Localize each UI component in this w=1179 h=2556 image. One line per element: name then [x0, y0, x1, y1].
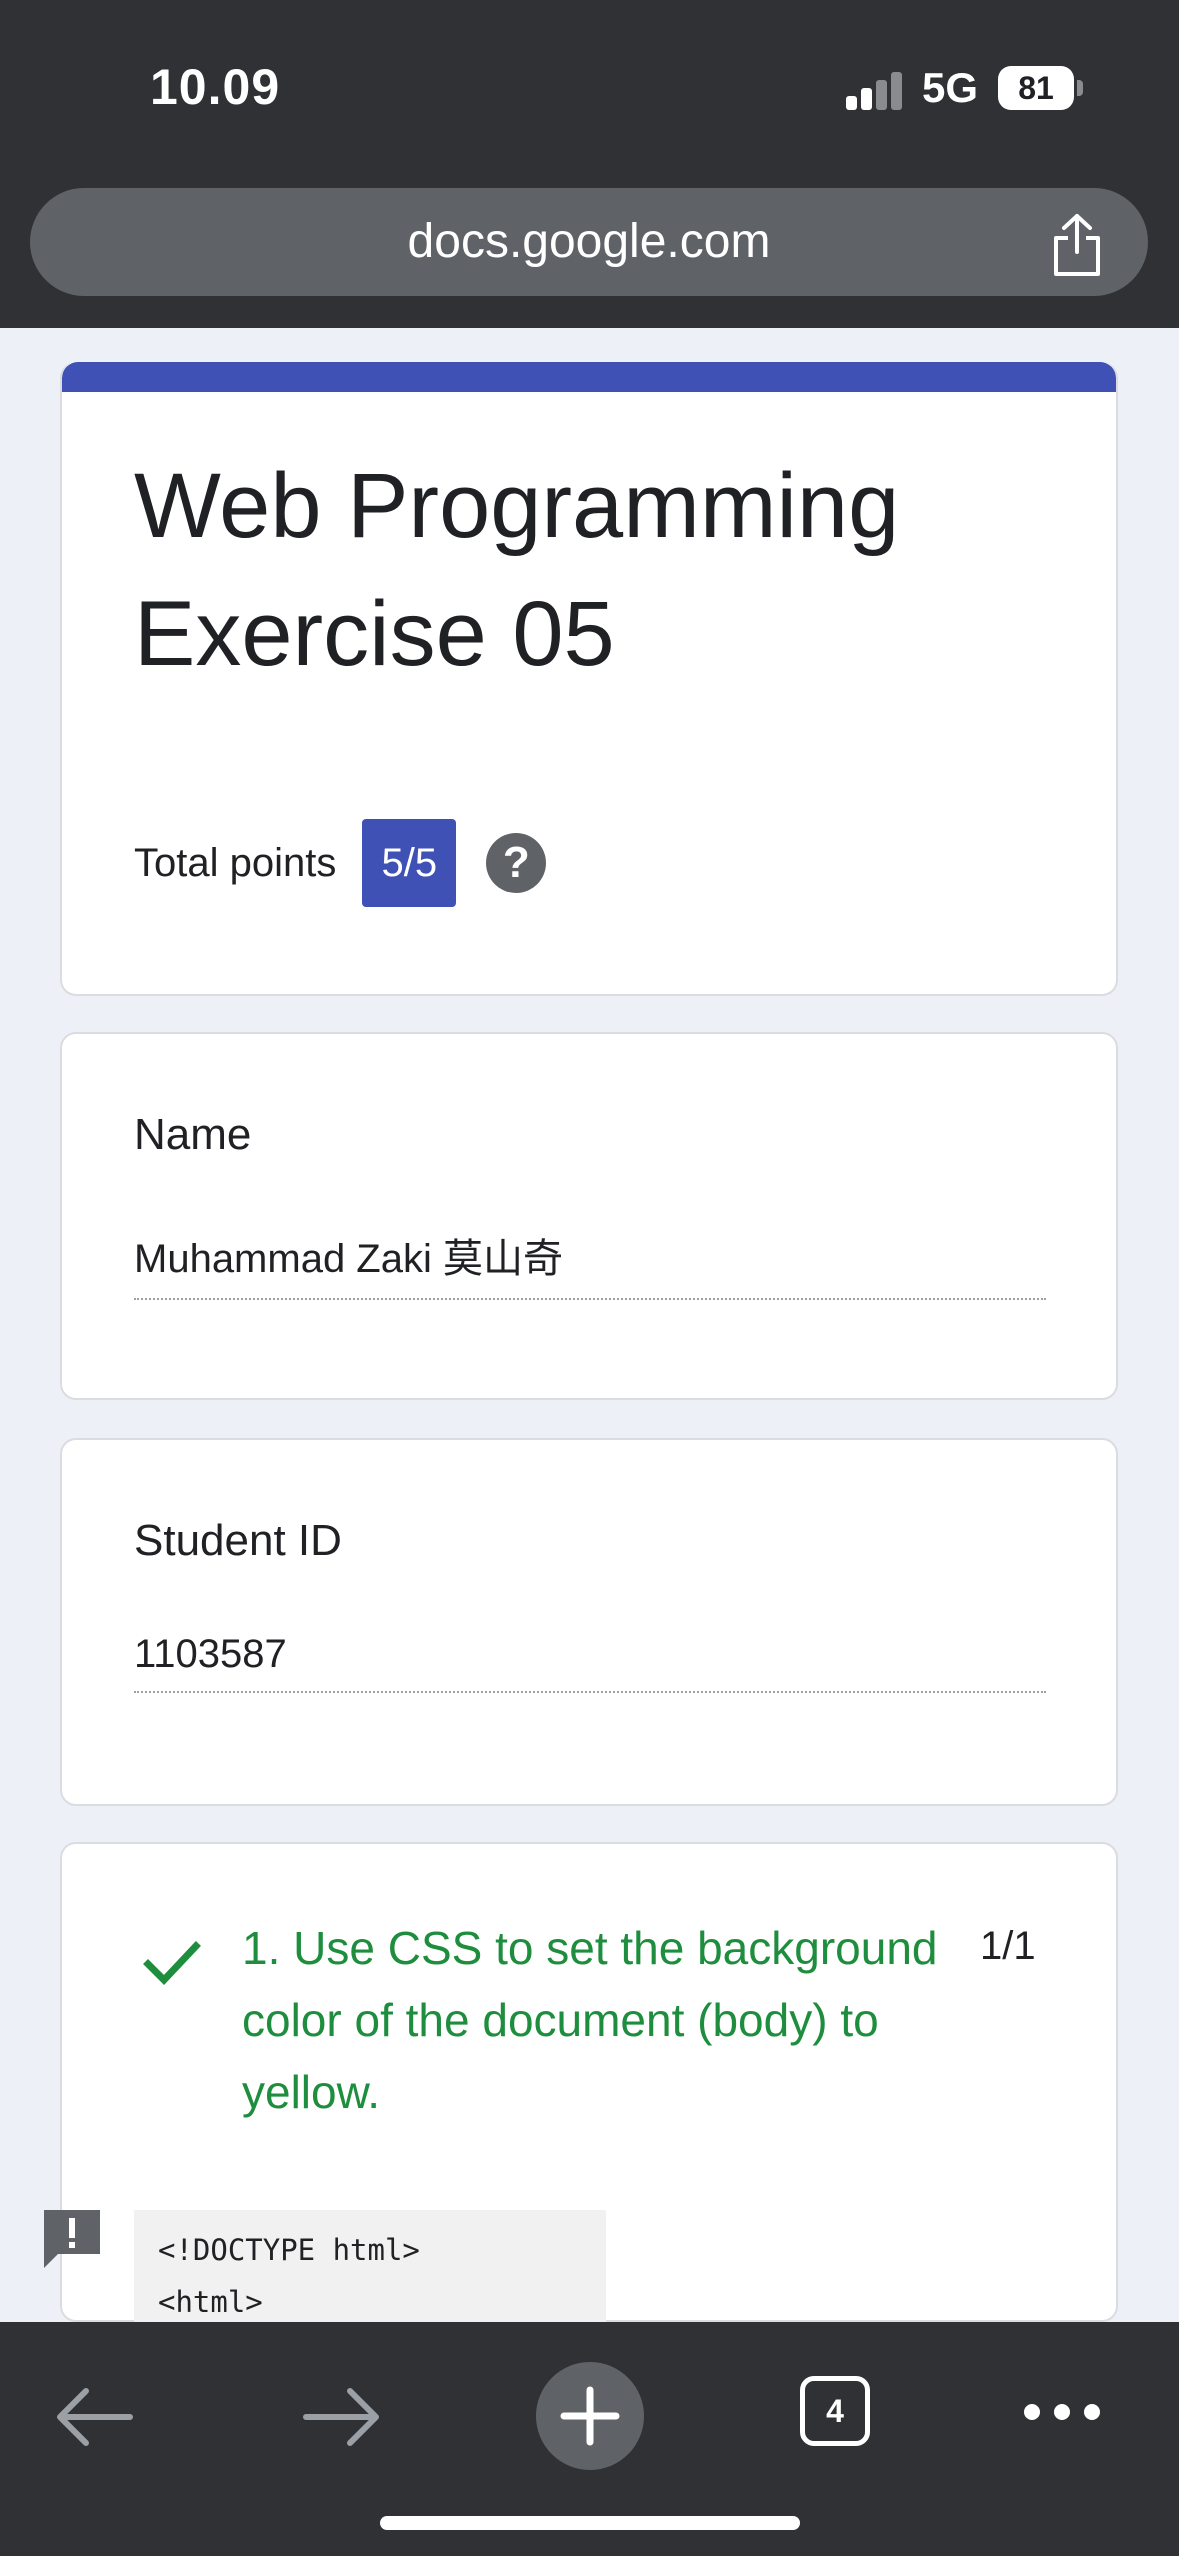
browser-top-chrome: 10.09 5G 81 docs.google.com: [0, 0, 1179, 328]
answer-name: Muhammad Zaki 莫山奇: [134, 1226, 1046, 1300]
form-accent-bar: [62, 362, 1116, 392]
score-badge: 5/5: [362, 819, 457, 907]
arrow-left-icon[interactable]: [52, 2382, 136, 2452]
more-dots-icon[interactable]: [1020, 2392, 1104, 2432]
tabs-button[interactable]: 4: [800, 2376, 870, 2446]
battery-tip: [1077, 80, 1083, 96]
code-line: <!DOCTYPE html>: [158, 2233, 420, 2267]
network-type: 5G: [922, 64, 979, 111]
home-indicator[interactable]: [380, 2516, 800, 2530]
student-id-question-card: Student ID 1103587: [60, 1438, 1118, 1806]
question-1-text: 1. Use CSS to set the background color o…: [242, 1922, 938, 2118]
form-title: Web Programming Exercise 05: [134, 455, 900, 685]
battery-icon: 81: [998, 66, 1074, 110]
question-label-name: Name: [134, 1110, 252, 1159]
question-label-student-id: Student ID: [134, 1516, 342, 1565]
question-1-card: 1. Use CSS to set the background color o…: [60, 1842, 1118, 2350]
share-icon[interactable]: [1048, 212, 1106, 278]
status-time: 10.09: [150, 59, 281, 115]
address-bar[interactable]: docs.google.com: [30, 188, 1148, 296]
url-text: docs.google.com: [407, 215, 771, 268]
total-points-label: Total points: [134, 840, 337, 885]
new-tab-button[interactable]: [536, 2362, 644, 2470]
total-points-row: Total points 5/5 ?: [134, 818, 547, 908]
name-question-card: Name Muhammad Zaki 莫山奇: [60, 1032, 1118, 1400]
form-header-card: Web Programming Exercise 05 Total points…: [60, 362, 1118, 996]
plus-icon: [560, 2386, 620, 2446]
answer-student-id: 1103587: [134, 1632, 1046, 1693]
arrow-right-icon[interactable]: [300, 2382, 384, 2452]
help-icon[interactable]: ?: [486, 833, 547, 893]
code-line: <html>: [158, 2285, 263, 2319]
checkmark-icon: [143, 1941, 201, 1986]
question-1-score: 1/1: [980, 1924, 1036, 1968]
cellular-signal-icon: [846, 70, 906, 110]
feedback-flag-icon[interactable]: [40, 2206, 104, 2270]
